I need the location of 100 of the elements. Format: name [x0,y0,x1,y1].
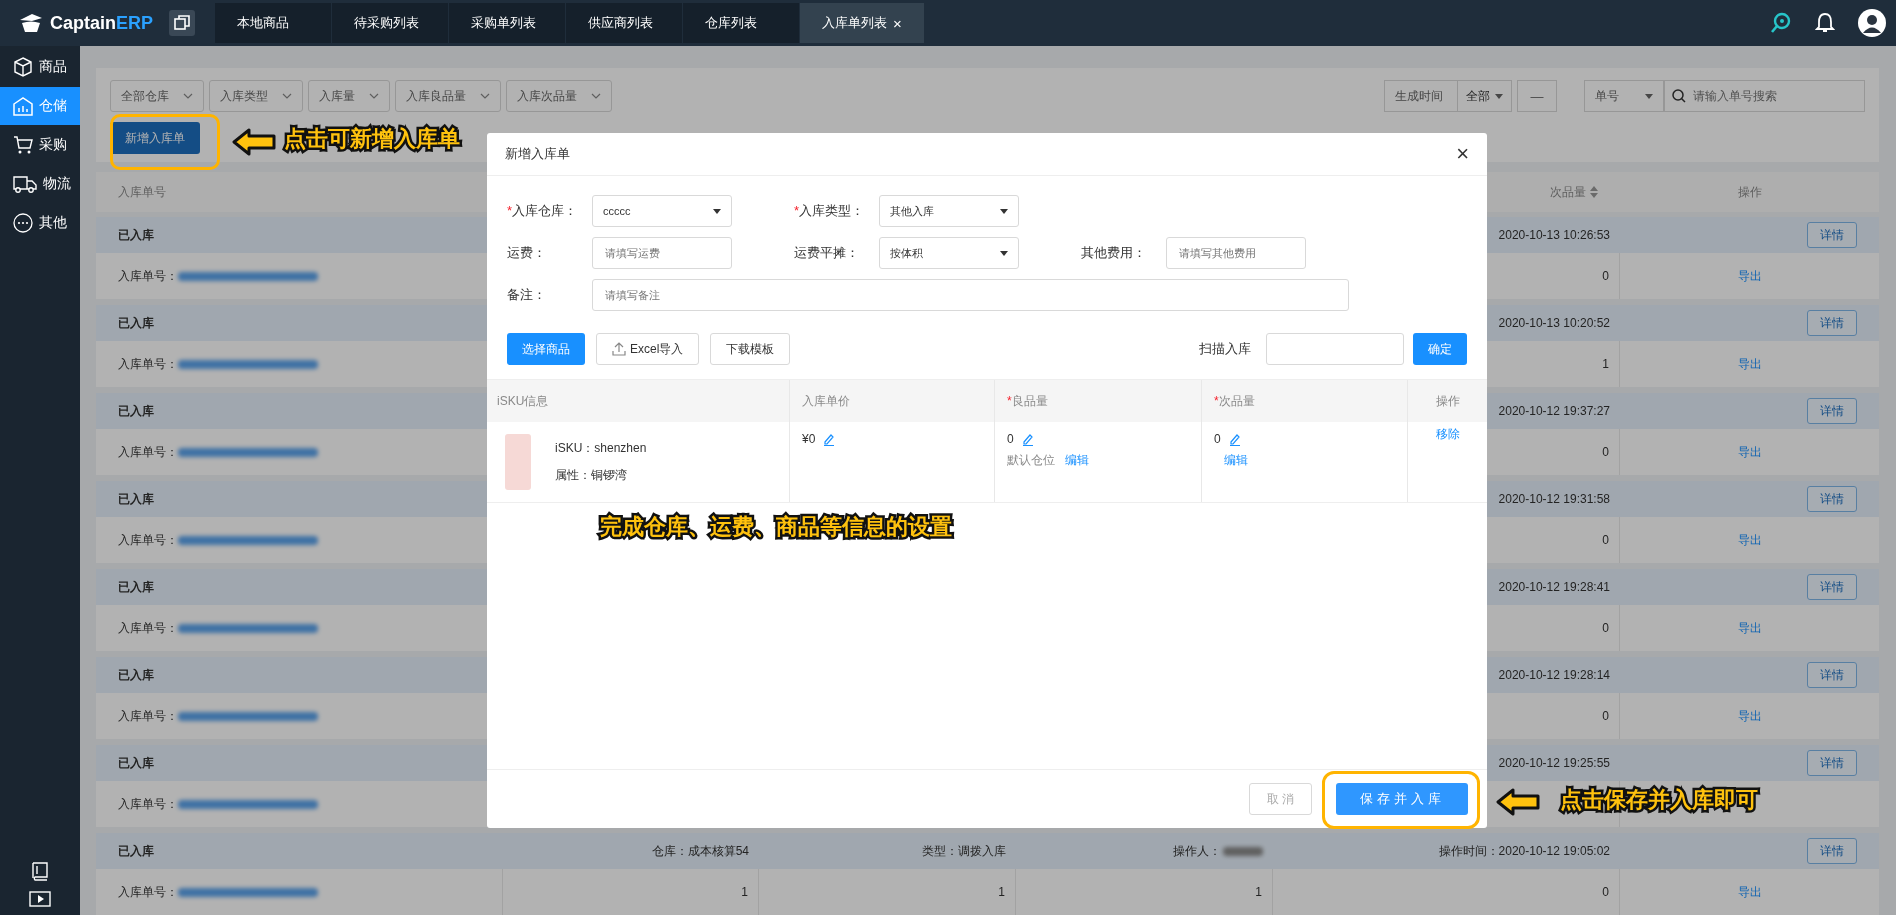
search-type-select[interactable]: 单号 [1584,80,1664,112]
caret-icon [1000,208,1008,214]
sidebar-item[interactable]: 商品 [0,48,80,86]
search-icon[interactable] [1769,11,1793,35]
cancel-button[interactable]: 取 消 [1248,783,1312,815]
detail-button[interactable]: 详情 [1807,750,1857,776]
save-button[interactable]: 保存并入库 [1336,783,1468,815]
new-inbound-button[interactable]: 新增入库单 [110,122,200,154]
export-link[interactable]: 导出 [1737,883,1762,901]
order-number-label: 入库单号： [118,355,178,373]
detail-button[interactable]: 详情 [1807,310,1857,336]
book-icon[interactable] [31,861,49,881]
close-icon[interactable]: × [1456,141,1469,167]
chevron-icon [369,93,379,99]
dialog-title: 新增入库单 [505,145,570,163]
time-text: 2020-10-12 19:31:58 [1498,492,1610,506]
input-field[interactable]: 请填写运费 [592,237,732,269]
tab[interactable]: 供应商列表 [566,3,682,43]
tab[interactable]: 采购单列表 [449,3,565,43]
select-field[interactable]: 其他入库 [879,195,1019,227]
field-label: 运费平摊： [794,244,860,262]
annotation-text: 完成仓库、运费、商品等信息的设置 [600,513,952,541]
time-text: 2020-10-13 10:20:52 [1498,316,1610,330]
order-number-label: 入库单号： [118,707,178,725]
select-field[interactable]: 按体积 [879,237,1019,269]
scan-label: 扫描入库 [1199,340,1251,358]
input-field[interactable]: 请填写备注 [592,279,1349,311]
caret-icon [1645,93,1653,99]
detail-button[interactable]: 详情 [1807,398,1857,424]
edit-icon[interactable] [1228,432,1241,446]
edit-icon[interactable] [1021,432,1034,446]
detail-button[interactable]: 详情 [1807,486,1857,512]
filter-select[interactable]: 全部仓库 [110,80,204,112]
sidebar-item[interactable]: 物流 [0,165,80,203]
tab[interactable]: 入库单列表 × [800,3,924,43]
scan-input[interactable] [1266,333,1404,365]
avatar-icon[interactable] [1857,8,1887,38]
chevron-icon [282,93,292,99]
select-goods-button[interactable]: 选择商品 [507,333,585,365]
filter-select[interactable]: 入库良品量 [395,80,501,112]
close-icon[interactable]: × [893,14,902,32]
status-text: 已入库 [117,842,155,860]
cart-icon [13,135,33,155]
search-field[interactable]: 请输入单号搜索 [1664,80,1865,112]
time-text: 操作时间：2020-10-12 19:05:02 [1438,842,1610,860]
tab[interactable]: 本地商品 [215,3,331,43]
export-link[interactable]: 导出 [1737,531,1762,549]
field-label: *入库仓库： [507,202,579,220]
price-text: ¥0 [802,432,816,446]
column-header: 操作 [1737,183,1762,201]
column-header: iSKU信息 [487,380,790,422]
tab[interactable]: 仓库列表 [683,3,799,43]
sidebar-item[interactable]: 采购 [0,126,80,164]
bell-icon[interactable] [1815,12,1835,34]
tab[interactable]: 待采购列表 [332,3,448,43]
sidebar-item[interactable]: 其他 [0,204,80,242]
detail-button[interactable]: 详情 [1807,838,1857,864]
column-header: *良品量 [995,380,1202,422]
edit-link[interactable]: 编辑 [1224,452,1248,469]
photo-placeholder [505,434,531,490]
status-text: 已入库 [117,754,155,772]
caret-icon [1000,250,1008,256]
detail-button[interactable]: 详情 [1807,574,1857,600]
export-link[interactable]: 导出 [1737,707,1762,725]
remove-link[interactable]: 移除 [1435,427,1460,441]
field-label: *入库类型： [794,202,866,220]
edit-icon[interactable] [823,432,836,446]
edit-link[interactable]: 编辑 [1065,452,1089,469]
order-number-label: 入库单号： [118,531,178,549]
copy-icon[interactable] [169,10,196,36]
play-icon[interactable] [29,891,51,907]
export-link[interactable]: 导出 [1737,355,1762,373]
confirm-button[interactable]: 确定 [1413,333,1467,365]
export-link[interactable]: 导出 [1737,619,1762,637]
sidebar-label: 物流 [43,175,71,193]
truck-icon [13,174,37,194]
quantity-text: 0 [1007,432,1014,446]
detail-button[interactable]: 详情 [1807,662,1857,688]
export-link[interactable]: 导出 [1737,267,1762,285]
column-header[interactable]: 次品量 [1550,183,1620,201]
order-number-label: 入库单号： [118,795,178,813]
input-field[interactable]: 请填写其他费用 [1166,237,1306,269]
detail-button[interactable]: 详情 [1807,222,1857,248]
annotation-text: 点击可新增入库单 [284,125,460,153]
select-field[interactable]: ccccc [592,195,732,227]
export-link[interactable]: 导出 [1737,443,1762,461]
filter-select[interactable]: 入库量 [308,80,390,112]
import-button[interactable]: Excel导入 [596,333,700,365]
time-text: 2020-10-12 19:25:55 [1498,756,1610,770]
filter-select[interactable]: 入库类型 [209,80,303,112]
sidebar-label: 仓储 [39,97,67,115]
date-picker[interactable]: — [1517,80,1557,112]
filter-select[interactable]: 入库次品量 [506,80,612,112]
column-header: *次品量 [1202,380,1408,422]
sidebar-item[interactable]: 仓储 [0,87,80,125]
time-text: 2020-10-12 19:37:27 [1498,404,1610,418]
sidebar-label: 其他 [39,214,67,232]
more-icon [13,213,33,233]
table-cell: 1 [759,869,1016,915]
download-template-button[interactable]: 下载模板 [710,333,791,365]
